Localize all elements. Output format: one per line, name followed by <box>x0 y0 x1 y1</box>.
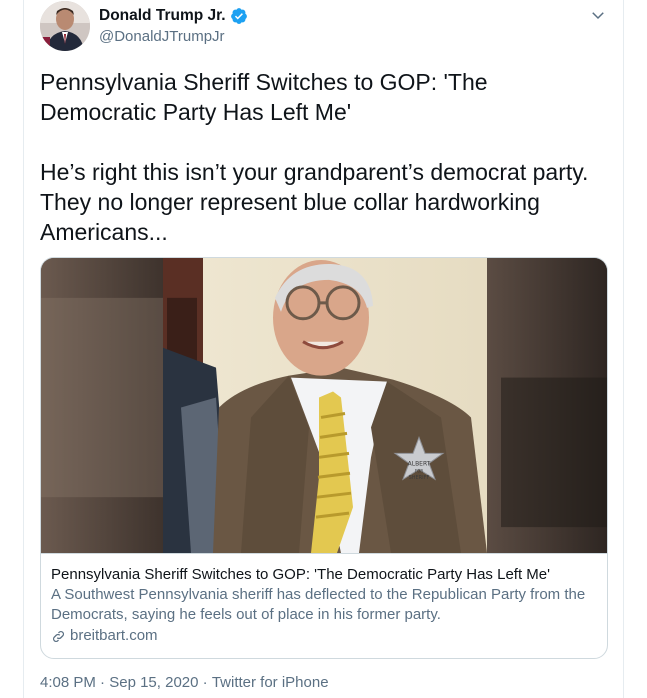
tweet-footer: 4:08 PM · Sep 15, 2020 · Twitter for iPh… <box>40 674 329 691</box>
tweet-source[interactable]: Twitter for iPhone <box>212 674 329 691</box>
badge-text-2: FOR <box>415 468 423 473</box>
separator: · <box>95 674 110 691</box>
link-preview-image: ALBERT FOR SHERIFF <box>41 258 607 554</box>
link-preview-title: Pennsylvania Sheriff Switches to GOP: 'T… <box>51 566 550 583</box>
verified-badge-icon <box>230 7 248 25</box>
author-name[interactable]: Donald Trump Jr. <box>99 7 226 25</box>
link-preview-domain: breitbart.com <box>70 627 158 644</box>
tweet-date[interactable]: Sep 15, 2020 <box>109 674 198 691</box>
link-preview-card[interactable]: ALBERT FOR SHERIFF Pennsylvania Sheriff … <box>40 257 608 659</box>
link-preview-meta: Pennsylvania Sheriff Switches to GOP: 'T… <box>41 554 607 646</box>
tweet-card: Donald Trump Jr. @DonaldJTrumpJr Pennsyl… <box>23 0 624 698</box>
link-preview-domain-row: breitbart.com <box>51 626 597 646</box>
link-icon <box>53 630 64 642</box>
separator: · <box>198 674 212 691</box>
badge-text-3: SHERIFF <box>409 475 430 481</box>
chevron-down-icon[interactable] <box>589 6 607 24</box>
tweet-text: Pennsylvania Sheriff Switches to GOP: 'T… <box>40 69 589 245</box>
link-preview-description: A Southwest Pennsylvania sheriff has def… <box>51 586 586 623</box>
tweet-time[interactable]: 4:08 PM <box>40 674 96 691</box>
author-handle[interactable]: @DonaldJTrumpJr <box>99 28 248 45</box>
avatar-image <box>40 1 90 51</box>
author-block: Donald Trump Jr. @DonaldJTrumpJr <box>99 6 248 45</box>
avatar[interactable] <box>40 1 90 51</box>
badge-text-1: ALBERT <box>408 460 431 467</box>
